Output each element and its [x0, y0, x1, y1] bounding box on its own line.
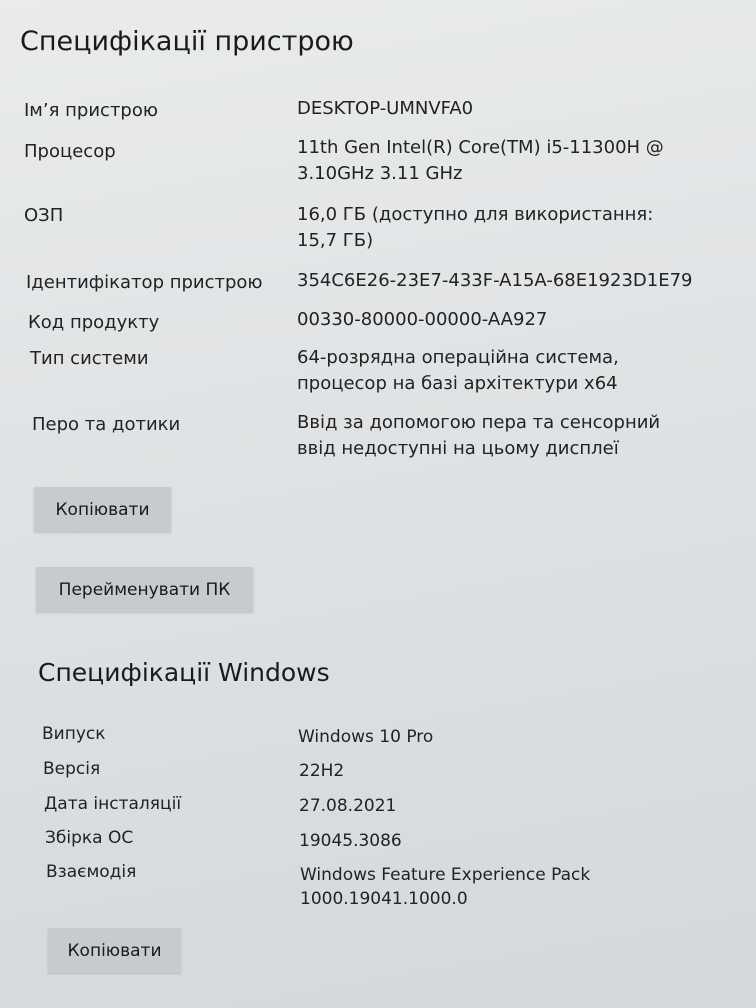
- os-build-value: 19045.3086: [299, 831, 402, 851]
- version-value: 22H2: [299, 761, 345, 781]
- processor-label: Процесор: [24, 141, 116, 162]
- product-id-label: Код продукту: [28, 312, 160, 333]
- device-name-value: DESKTOP-UMNVFA0: [297, 98, 474, 119]
- edition-value: Windows 10 Pro: [298, 727, 434, 747]
- edition-label: Випуск: [42, 724, 106, 744]
- pen-touch-label: Перо та дотики: [32, 414, 181, 435]
- rename-pc-button[interactable]: Перейменувати ПК: [36, 567, 253, 612]
- version-label: Версія: [43, 759, 101, 779]
- product-id-value: 00330-80000-00000-AA927: [297, 309, 548, 330]
- windows-specs-title: Специфікації Windows: [38, 658, 330, 687]
- system-type-value: 64-розрядна операційна система, процесор…: [297, 347, 619, 394]
- experience-label: Взаємодія: [46, 862, 137, 882]
- ram-value: 16,0 ГБ (доступно для використання: 15,7…: [297, 204, 654, 251]
- experience-value: Windows Feature Experience Pack 1000.190…: [300, 865, 591, 909]
- device-specs-title: Специфікації пристрою: [20, 26, 354, 57]
- device-name-label: Ім’я пристрою: [24, 100, 159, 121]
- pen-touch-value: Ввід за допомогою пера та сенсорний ввід…: [297, 412, 661, 459]
- copy-device-specs-button[interactable]: Копіювати: [34, 487, 171, 532]
- settings-about-page: Специфікації пристрою Ім’я пристрою DESK…: [0, 0, 756, 1008]
- os-build-label: Збірка ОС: [45, 828, 134, 848]
- copy-windows-specs-button[interactable]: Копіювати: [48, 928, 181, 973]
- install-date-value: 27.08.2021: [299, 796, 397, 816]
- device-id-value: 354C6E26-23E7-433F-A15A-68E1923D1E79: [297, 270, 693, 291]
- ram-label: ОЗП: [24, 205, 64, 226]
- install-date-label: Дата інсталяції: [44, 794, 182, 814]
- processor-value: 11th Gen Intel(R) Core(TM) i5-11300H @ 3…: [297, 137, 664, 184]
- system-type-label: Тип системи: [30, 348, 149, 369]
- device-id-label: Ідентифікатор пристрою: [26, 272, 263, 293]
